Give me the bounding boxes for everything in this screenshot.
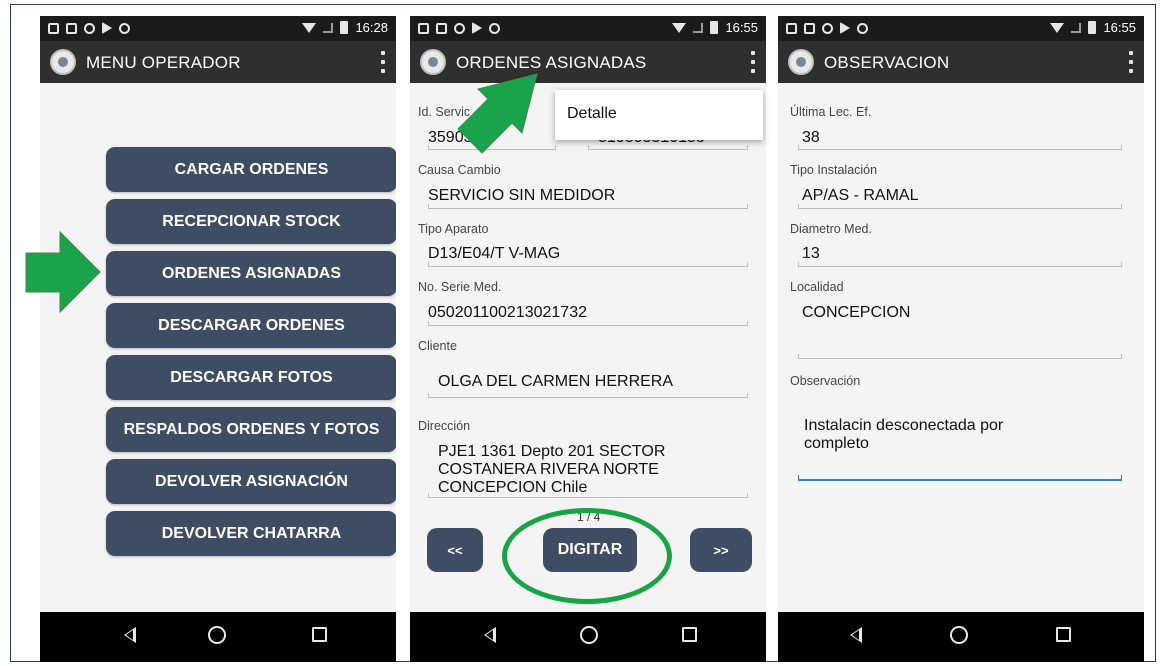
- digitar-highlight-ellipse: [502, 508, 672, 604]
- arrow-pointer-icon: [457, 73, 538, 154]
- arrow-pointer-icon: [25, 230, 101, 314]
